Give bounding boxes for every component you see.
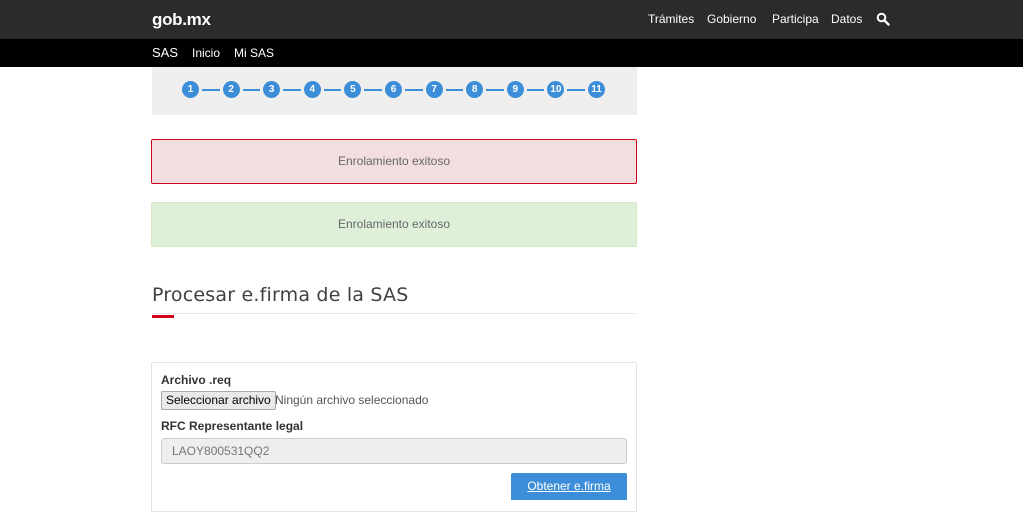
step-5: 5 [344, 81, 362, 98]
nav-datos[interactable]: Datos [831, 12, 862, 26]
step-connector [486, 89, 504, 91]
step-7: 7 [425, 81, 443, 98]
search-icon[interactable] [876, 12, 890, 26]
nav-gobierno[interactable]: Gobierno [707, 12, 756, 26]
file-label: Archivo .req [161, 373, 232, 387]
step-3: 3 [263, 81, 281, 98]
obtain-efirma-button[interactable]: Obtener e.firma [511, 473, 627, 500]
step-connector [364, 89, 382, 91]
step-11: 11 [588, 81, 605, 98]
step-1: 1 [182, 81, 199, 98]
step-9: 9 [506, 81, 524, 98]
step-connector [323, 89, 342, 91]
step-6: 6 [385, 81, 402, 98]
step-2: 2 [222, 81, 240, 98]
step-connector [283, 89, 301, 91]
step-connector [526, 89, 545, 91]
title-divider [152, 313, 637, 314]
step-connector [567, 89, 585, 91]
rfc-label: RFC Representante legal [161, 419, 304, 433]
select-file-button[interactable]: Seleccionar archivo [161, 391, 276, 410]
alert-success: Enrolamiento exitoso [151, 202, 637, 247]
top-bar: gob.mx Trámites Gobierno Participa Datos [0, 0, 1023, 39]
section-title: Procesar e.firma de la SAS [152, 284, 409, 306]
step-4: 4 [303, 81, 321, 98]
step-connector [405, 89, 423, 91]
nav-tramites[interactable]: Trámites [648, 12, 694, 26]
step-8: 8 [466, 81, 484, 98]
sas-brand[interactable]: SAS [152, 45, 178, 60]
title-accent-bar [152, 315, 174, 318]
subnav-inicio[interactable]: Inicio [192, 46, 220, 60]
step-10: 10 [547, 81, 565, 98]
nav-participa[interactable]: Participa [772, 12, 819, 26]
step-connector [445, 89, 464, 91]
sub-navigation: SAS Inicio Mi SAS [0, 39, 1023, 67]
gobmx-logo[interactable]: gob.mx [152, 10, 211, 30]
step-connector [242, 89, 261, 91]
rfc-input[interactable]: LAOY800531QQ2 [161, 438, 627, 464]
alert-danger: Enrolamiento exitoso [151, 139, 637, 184]
step-connector [202, 89, 220, 91]
subnav-mi-sas[interactable]: Mi SAS [234, 46, 274, 60]
step-progress: 1 2 3 4 5 6 7 8 9 10 11 [152, 67, 637, 115]
file-status: Ningún archivo seleccionado [275, 393, 429, 407]
